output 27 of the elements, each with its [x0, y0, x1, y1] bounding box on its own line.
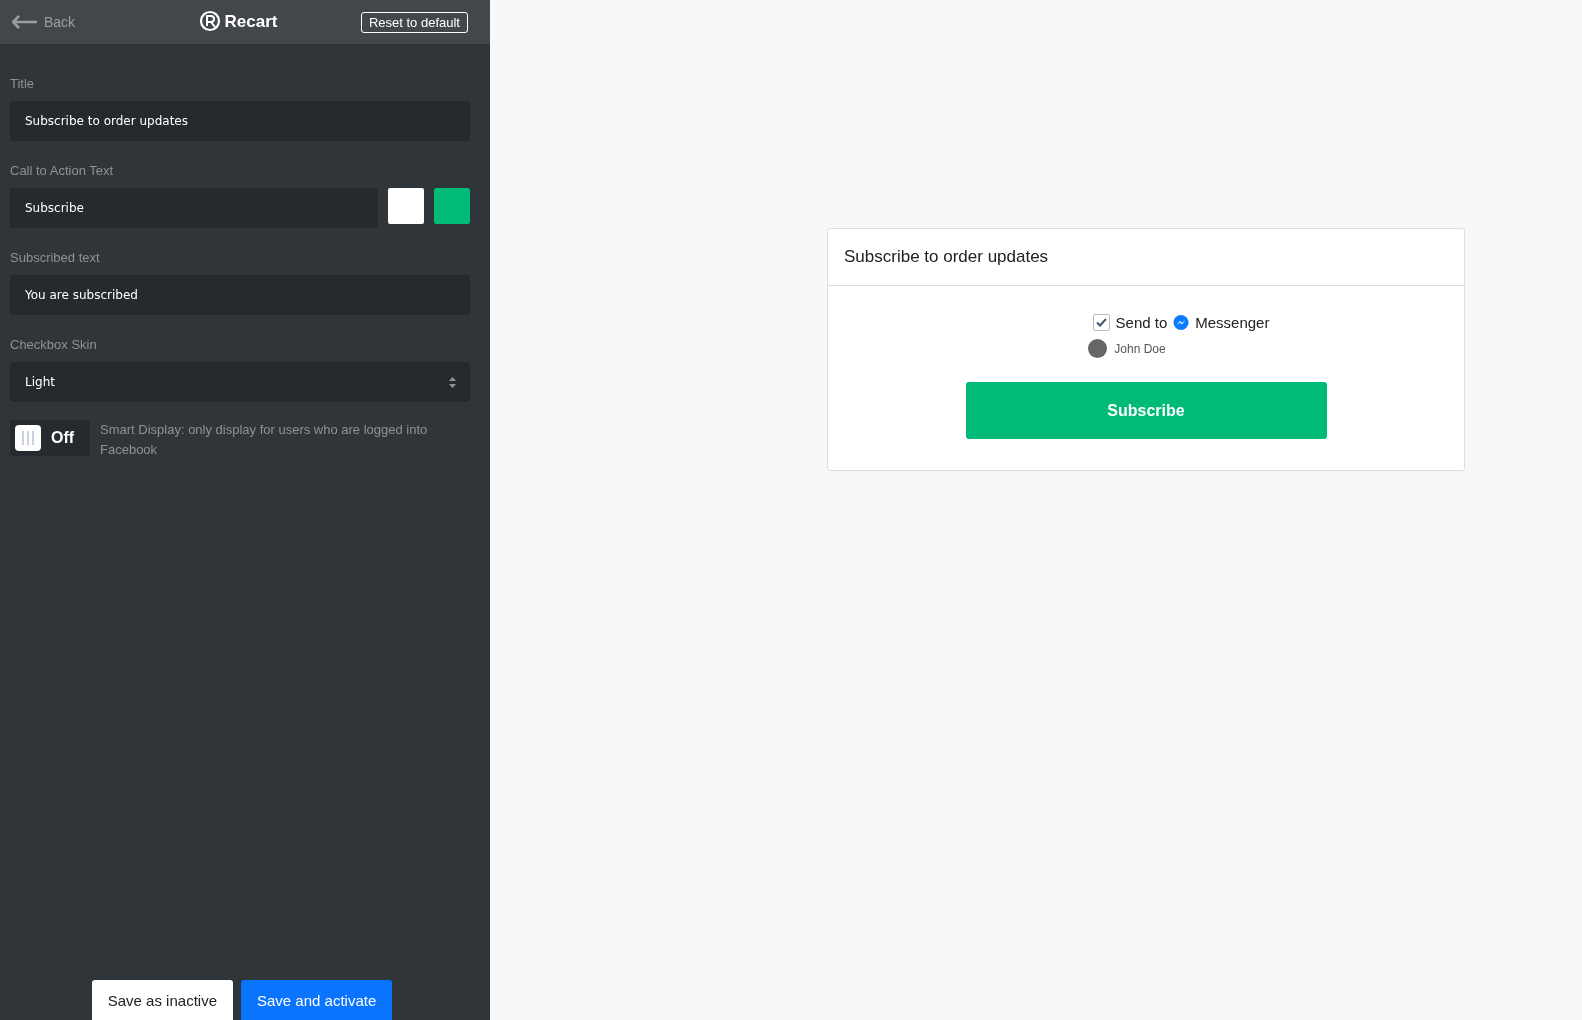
user-name: John Doe	[1114, 341, 1166, 356]
avatar	[1088, 339, 1108, 358]
field-label: Call to Action Text	[10, 163, 115, 178]
logo-icon	[198, 10, 221, 34]
messenger-label: Messenger	[1195, 314, 1270, 331]
checkbox-label: Send to	[1115, 314, 1168, 331]
checkmark-icon	[1095, 318, 1107, 327]
color-swatch[interactable]	[434, 188, 470, 224]
toggle-description: Smart Display: only display for users who are logged into Facebook	[100, 421, 429, 459]
select-field[interactable]: Light	[10, 362, 470, 402]
brand-name: Recart	[224, 12, 278, 32]
field-label: Checkbox Skin	[10, 337, 98, 352]
checkbox[interactable]	[1092, 314, 1110, 331]
save-activate-button[interactable]: Save and activate	[241, 980, 393, 1020]
reset-button[interactable]: Reset to default	[360, 11, 468, 33]
input-field[interactable]: Subscribe to order updates	[10, 101, 470, 141]
field-label: Subscribed text	[10, 250, 101, 265]
arrow-left-icon	[12, 15, 38, 29]
card-title: Subscribe to order updates	[828, 229, 1464, 286]
input-field[interactable]: You are subscribed	[10, 275, 470, 315]
color-swatch[interactable]	[388, 188, 424, 224]
field-label: Title	[10, 76, 36, 91]
input-field[interactable]: Subscribe	[10, 188, 378, 228]
messenger-icon	[1173, 314, 1190, 331]
toggle-switch[interactable]: Off	[10, 420, 90, 456]
sort-icon	[449, 376, 456, 388]
back-link[interactable]: Back	[12, 14, 76, 30]
